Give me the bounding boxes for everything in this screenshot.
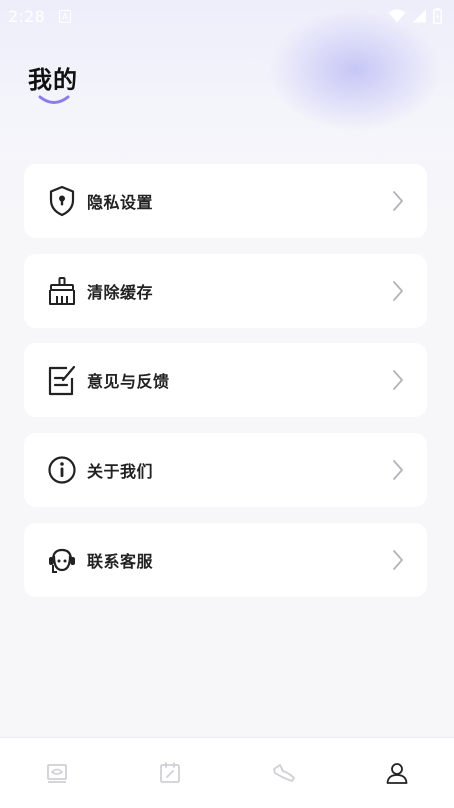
headset-icon: [46, 544, 78, 576]
title-smile-decoration: [38, 95, 70, 104]
wifi-icon: [388, 9, 406, 23]
tab-mine[interactable]: [341, 738, 454, 808]
chevron-right-icon: [393, 281, 403, 301]
menu-item-label: 隐私设置: [87, 193, 154, 212]
sneaker-icon: [272, 764, 295, 782]
person-icon: [386, 763, 408, 784]
calendar-edit-icon: [160, 762, 181, 783]
tab-sport[interactable]: [227, 738, 341, 808]
menu-item-customer-service[interactable]: 联系客服: [24, 523, 427, 597]
tab-checkin[interactable]: [114, 738, 228, 808]
menu-item-feedback[interactable]: 意见与反馈: [24, 343, 427, 417]
status-right: [388, 8, 442, 24]
chevron-right-icon: [393, 370, 403, 390]
book-icon: [46, 764, 67, 783]
menu-item-about-us[interactable]: 关于我们: [24, 433, 427, 507]
status-time: 2:28: [8, 6, 46, 26]
note-edit-icon: [46, 364, 78, 396]
battery-icon: [433, 8, 442, 24]
info-icon: [46, 454, 78, 486]
menu-item-label: 关于我们: [87, 462, 154, 481]
menu-item-privacy-settings[interactable]: 隐私设置: [24, 164, 427, 238]
page-title: 我的: [28, 66, 78, 94]
status-bar: 2:28 A: [0, 0, 454, 32]
chevron-right-icon: [393, 460, 403, 480]
notification-icon: A: [59, 9, 72, 23]
menu-item-clear-cache[interactable]: 清除缓存: [24, 254, 427, 328]
broom-icon: [46, 275, 78, 307]
menu-item-label: 意见与反馈: [87, 372, 170, 391]
profile-screen: 2:28 A 我的 隐私设置 清除缓存 意见与反馈 关于我们 联系客服: [0, 0, 454, 808]
menu-item-label: 联系客服: [87, 552, 154, 571]
menu-item-label: 清除缓存: [87, 283, 154, 302]
chevron-right-icon: [393, 191, 403, 211]
shield-lock-icon: [46, 185, 78, 217]
tab-home[interactable]: [0, 738, 114, 808]
status-left: 2:28 A: [8, 6, 72, 26]
bottom-navigation: [0, 737, 454, 808]
signal-icon: [412, 9, 426, 23]
chevron-right-icon: [393, 550, 403, 570]
